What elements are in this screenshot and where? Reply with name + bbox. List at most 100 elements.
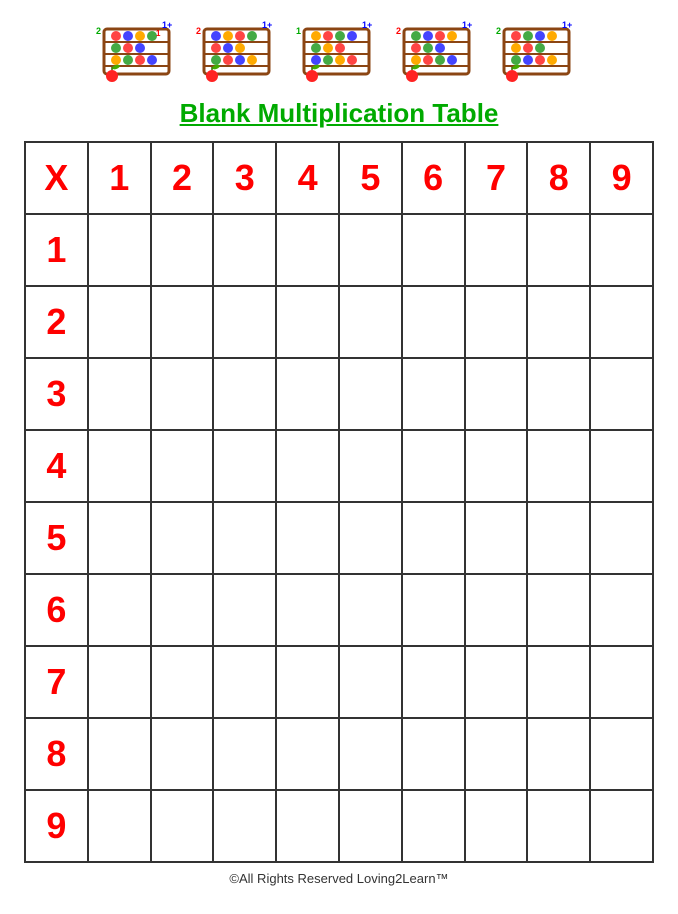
blank-cell: [276, 214, 339, 286]
abacus-icon: 1+ 1 2: [94, 14, 184, 84]
blank-cell: [88, 286, 151, 358]
blank-cell: [402, 646, 465, 718]
blank-cell: [151, 430, 214, 502]
svg-text:1+: 1+: [562, 20, 572, 30]
blank-cell: [339, 574, 402, 646]
blank-cell: [88, 790, 151, 862]
blank-cell: [527, 214, 590, 286]
blank-cell: [402, 358, 465, 430]
blank-cell: [213, 718, 276, 790]
blank-cell: [276, 286, 339, 358]
blank-cell: [276, 502, 339, 574]
header-col-2: 2: [151, 142, 214, 214]
blank-cell: [465, 502, 528, 574]
blank-cell: [339, 430, 402, 502]
svg-text:1+: 1+: [362, 20, 372, 30]
abacus-icon: 1+ 2: [194, 14, 284, 84]
header-col-1: 1: [88, 142, 151, 214]
blank-cell: [88, 358, 151, 430]
table-row: 1: [25, 214, 653, 286]
table-row: 3: [25, 358, 653, 430]
row-label-1: 1: [25, 214, 88, 286]
blank-cell: [213, 502, 276, 574]
blank-cell: [465, 286, 528, 358]
blank-cell: [339, 358, 402, 430]
blank-cell: [402, 430, 465, 502]
blank-cell: [276, 646, 339, 718]
blank-cell: [151, 718, 214, 790]
blank-cell: [213, 574, 276, 646]
blank-cell: [590, 214, 653, 286]
header-col-6: 6: [402, 142, 465, 214]
blank-cell: [402, 502, 465, 574]
header-icons: 1+ 1 2 1+ 2: [94, 4, 584, 90]
svg-text:1+: 1+: [262, 20, 272, 30]
blank-cell: [213, 646, 276, 718]
abacus-icon: 1+ 2: [494, 14, 584, 84]
table-row: 6: [25, 574, 653, 646]
blank-cell: [590, 574, 653, 646]
table-row: 2: [25, 286, 653, 358]
row-label-8: 8: [25, 718, 88, 790]
blank-cell: [276, 574, 339, 646]
blank-cell: [590, 358, 653, 430]
blank-cell: [465, 574, 528, 646]
blank-cell: [213, 790, 276, 862]
blank-cell: [590, 718, 653, 790]
blank-cell: [590, 646, 653, 718]
table-row: 8: [25, 718, 653, 790]
blank-cell: [527, 502, 590, 574]
blank-cell: [276, 430, 339, 502]
blank-cell: [590, 790, 653, 862]
table-row: 4: [25, 430, 653, 502]
row-label-7: 7: [25, 646, 88, 718]
blank-cell: [276, 358, 339, 430]
blank-cell: [590, 430, 653, 502]
blank-cell: [213, 358, 276, 430]
blank-cell: [88, 646, 151, 718]
blank-cell: [213, 430, 276, 502]
footer-text: ©All Rights Reserved Loving2Learn™: [229, 871, 448, 886]
blank-cell: [465, 718, 528, 790]
svg-text:1+: 1+: [162, 20, 172, 30]
blank-cell: [339, 790, 402, 862]
blank-cell: [465, 358, 528, 430]
blank-cell: [339, 502, 402, 574]
blank-cell: [339, 286, 402, 358]
blank-cell: [151, 286, 214, 358]
blank-cell: [402, 574, 465, 646]
blank-cell: [527, 718, 590, 790]
svg-text:1+: 1+: [462, 20, 472, 30]
multiplication-table-wrapper: X123456789123456789: [24, 141, 654, 863]
blank-cell: [151, 574, 214, 646]
blank-cell: [465, 790, 528, 862]
header-col-9: 9: [590, 142, 653, 214]
blank-cell: [88, 502, 151, 574]
blank-cell: [213, 214, 276, 286]
blank-cell: [590, 502, 653, 574]
header-col-7: 7: [465, 142, 528, 214]
row-label-9: 9: [25, 790, 88, 862]
blank-cell: [527, 790, 590, 862]
blank-cell: [151, 214, 214, 286]
row-label-6: 6: [25, 574, 88, 646]
svg-text:2: 2: [396, 26, 401, 36]
multiplication-table: X123456789123456789: [24, 141, 654, 863]
blank-cell: [590, 286, 653, 358]
header-col-5: 5: [339, 142, 402, 214]
blank-cell: [88, 718, 151, 790]
abacus-icon: 1+ 1: [294, 14, 384, 84]
blank-cell: [402, 286, 465, 358]
blank-cell: [465, 214, 528, 286]
header-col-3: 3: [213, 142, 276, 214]
blank-cell: [402, 718, 465, 790]
blank-cell: [151, 790, 214, 862]
header-x-cell: X: [25, 142, 88, 214]
blank-cell: [151, 502, 214, 574]
header-col-4: 4: [276, 142, 339, 214]
blank-cell: [527, 430, 590, 502]
svg-text:1: 1: [296, 26, 301, 36]
blank-cell: [465, 646, 528, 718]
blank-cell: [339, 718, 402, 790]
blank-cell: [402, 790, 465, 862]
